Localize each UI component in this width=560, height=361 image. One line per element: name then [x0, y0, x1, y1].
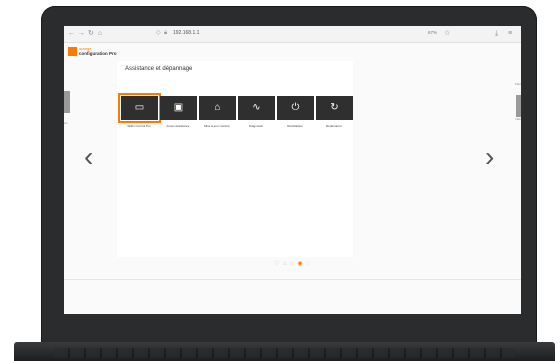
back-icon[interactable]: ← [68, 29, 75, 38]
tile-label-diagnostic: Diagnostic [248, 124, 263, 128]
assistance-card: Assistance et dépannage ▭ ▣ ⌂ ∿ ⏻ ↻ Wifi… [117, 61, 353, 257]
tile-wifi-control[interactable]: ▭ [118, 93, 161, 123]
pulse-icon: ∿ [252, 102, 261, 113]
shield-icon: ◇ [156, 30, 161, 36]
prev-card-text: ert [64, 121, 68, 125]
tile-diagnostic[interactable]: ∿ [238, 96, 275, 120]
tile-label-reset: Réinitialiser [287, 124, 303, 128]
tile-label-wifi-control: Wifiin Control Pro [127, 124, 151, 128]
next-card-peek[interactable] [516, 95, 521, 117]
home-icon[interactable]: ⌂ [98, 29, 102, 38]
lock-icon: 🔒︎ [164, 30, 168, 36]
tile-label-remote-assistance: Accès assistance [166, 124, 190, 128]
brand-line2: configuration Pro [79, 51, 117, 56]
pager-dot-active-icon[interactable]: ◉ [298, 261, 304, 267]
pager-dot-home-icon[interactable]: ⌂ [283, 261, 288, 267]
tile-reset[interactable]: ⏻ [277, 96, 314, 120]
pager-dot-icon[interactable]: ◌ [290, 261, 295, 267]
restart-icon: ↻ [330, 102, 339, 113]
menu-icon[interactable]: ≡ [508, 29, 512, 38]
next-card-title: Parc [514, 82, 521, 86]
card-title: Assistance et dépannage [125, 66, 193, 72]
orange-logo [68, 47, 77, 56]
wifi-router-icon: ▭ [134, 102, 145, 113]
keyboard-keys [54, 348, 515, 358]
next-arrow-icon[interactable]: › [485, 143, 494, 171]
home-update-icon: ⌂ [214, 102, 221, 113]
power-icon: ⏻ [291, 102, 300, 113]
page-content: orange configuration Pro ert Parc Déb ‹ … [64, 43, 521, 314]
browser-toolbar: ← → ↻ ⌂ ◇ 🔒︎ 192.168.1.1 67% ☆ ⤓ ≡ [64, 26, 521, 43]
url-text: 192.168.1.1 [173, 30, 200, 36]
tile-livebox-update[interactable]: ⌂ [199, 96, 236, 120]
zoom-level[interactable]: 67% [428, 29, 437, 37]
prev-card-peek[interactable] [64, 91, 70, 113]
prev-arrow-icon[interactable]: ‹ [84, 143, 93, 171]
pager-dots: ♡ ⌂ ◌ ◉ ◌ [64, 260, 521, 267]
laptop-keyboard [14, 342, 555, 361]
next-card-text: Déb [515, 117, 521, 121]
divider [64, 279, 521, 280]
star-icon[interactable]: ☆ [444, 29, 450, 38]
tile-label-livebox-update: Mise à jour Livebox [204, 124, 230, 128]
pager-dot-icon[interactable]: ◌ [306, 261, 311, 267]
brand-title: orange configuration Pro [79, 46, 117, 56]
laptop-screen: ← → ↻ ⌂ ◇ 🔒︎ 192.168.1.1 67% ☆ ⤓ ≡ orang… [64, 26, 521, 314]
devices-icon: ▣ [173, 102, 184, 113]
pager-dot-heart-icon[interactable]: ♡ [274, 261, 280, 267]
tile-label-restart: Redémarrer [325, 124, 342, 128]
address-bar[interactable]: ◇ 🔒︎ 192.168.1.1 [156, 29, 424, 38]
tile-remote-assistance[interactable]: ▣ [160, 96, 197, 120]
tile-restart[interactable]: ↻ [316, 96, 353, 120]
reload-icon[interactable]: ↻ [88, 29, 94, 38]
download-icon[interactable]: ⤓ [495, 29, 498, 38]
forward-icon[interactable]: → [78, 29, 85, 38]
